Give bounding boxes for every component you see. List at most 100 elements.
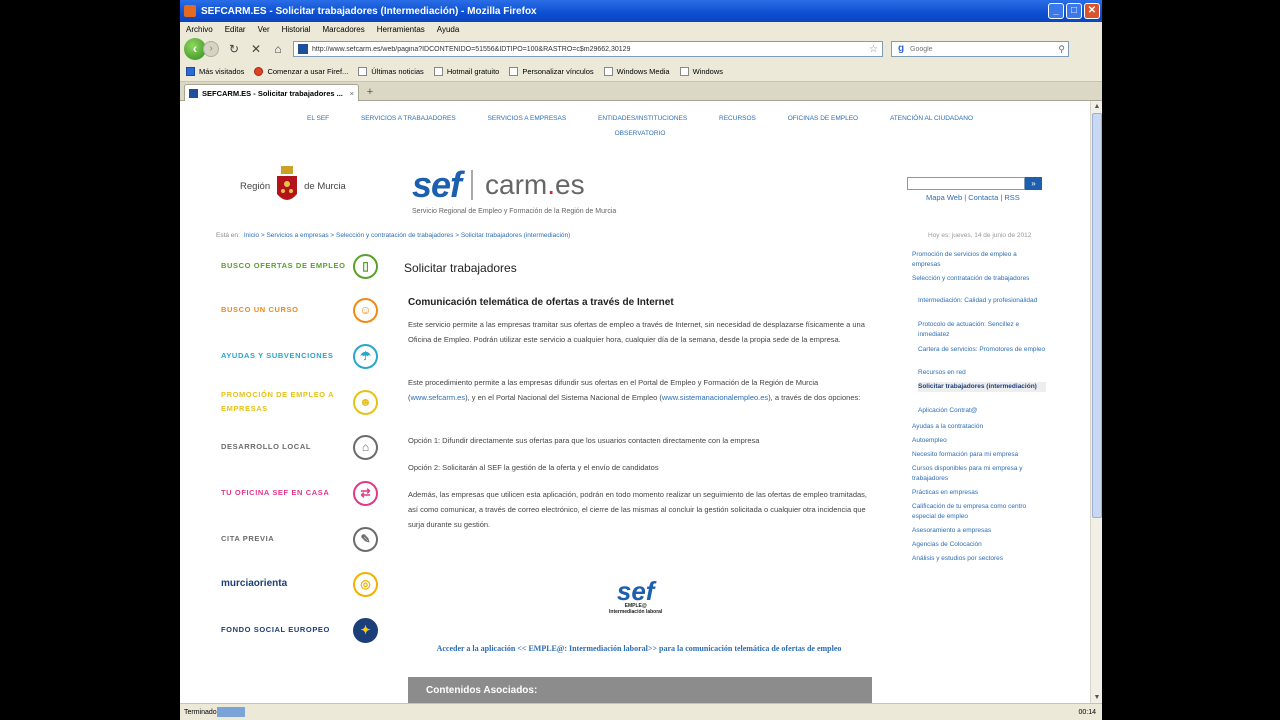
right-menu-item[interactable]: Necesito formación para mi empresa [912, 450, 1047, 460]
course-icon: ☺ [353, 297, 378, 323]
appointment-icon: ✎ [353, 526, 378, 552]
bookmark-item[interactable]: Windows [679, 67, 723, 76]
right-menu-subitem-active[interactable]: Solicitar trabajadores (intermediación) [918, 382, 1046, 392]
menu-ayudas[interactable]: AYUDAS Y SUBVENCIONES ☂ [221, 341, 381, 371]
menu-marcadores[interactable]: Marcadores [323, 25, 365, 34]
search-input[interactable] [910, 45, 1040, 53]
nav-el-sef[interactable]: EL SEF [307, 115, 329, 122]
right-menu-item[interactable]: Asesoramiento a empresas [912, 526, 1047, 536]
page-title: Solicitar trabajadores [404, 261, 517, 275]
nav-entidades[interactable]: ENTIDADES/INSTITUCIONES [598, 115, 687, 122]
nav-atencion[interactable]: ATENCIÓN AL CIUDADANO [890, 115, 973, 122]
umbrella-icon: ☂ [353, 343, 378, 369]
close-button[interactable]: ✕ [1084, 3, 1100, 19]
nav-servicios-trabajadores[interactable]: SERVICIOS A TRABAJADORES [361, 115, 456, 122]
menu-archivo[interactable]: Archivo [186, 25, 213, 34]
reload-icon[interactable]: ↻ [227, 42, 241, 56]
menu-herramientas[interactable]: Herramientas [377, 25, 425, 34]
menu-busco-curso[interactable]: BUSCO UN CURSO ☺ [221, 295, 381, 325]
navigation-toolbar: ‹ › ↻ ✕ ⌂ ☆ g ⚲ [180, 36, 1102, 62]
menu-cita-previa[interactable]: CITA PREVIA ✎ [221, 524, 381, 554]
menu-ver[interactable]: Ver [258, 25, 270, 34]
right-menu-item[interactable]: Selección y contratación de trabajadores [912, 274, 1047, 284]
close-tab-icon[interactable]: × [350, 89, 354, 98]
bookmark-item[interactable]: Comenzar a usar Firef... [254, 67, 348, 76]
application-link[interactable]: Acceder a la aplicación << EMPLE@: Inter… [404, 641, 874, 656]
menu-oficina-casa[interactable]: TU OFICINA SEF EN CASA ⇄ [221, 478, 381, 508]
right-menu-subitem[interactable]: Recursos en red [918, 368, 1046, 378]
nav-servicios-empresas[interactable]: SERVICIOS A EMPRESAS [488, 115, 567, 122]
paragraph-tracking: Además, las empresas que utilicen esta a… [408, 490, 868, 529]
bookmark-item[interactable]: Últimas noticias [358, 67, 424, 76]
paragraph-intro: Este servicio permite a las empresas tra… [408, 320, 865, 344]
status-text: Terminado [184, 708, 217, 716]
url-bar[interactable]: ☆ [293, 41, 883, 57]
bookmark-item[interactable]: Más visitados [186, 67, 244, 76]
scroll-down-icon[interactable]: ▼ [1091, 692, 1102, 703]
status-bar: Terminado 00:14 [180, 703, 1102, 720]
right-menu-item[interactable]: Calificación de tu empresa como centro e… [912, 502, 1047, 522]
page-icon [679, 67, 689, 76]
site-search-button[interactable]: » [1025, 177, 1042, 190]
right-menu-subitem[interactable]: Intermediación: Calidad y profesionalida… [918, 296, 1046, 306]
region-murcia-logo[interactable]: Región de Murcia [240, 164, 346, 208]
menu-promocion[interactable]: PROMOCIÓN DE EMPLEO A EMPRESAS ☻ [221, 387, 381, 417]
breadcrumb: Está en: Inicio > Servicios a empresas >… [216, 232, 570, 239]
site-search-input[interactable] [907, 177, 1025, 190]
search-box[interactable]: g ⚲ [891, 41, 1069, 57]
clock: 00:14 [1078, 708, 1096, 716]
bookmark-item[interactable]: Personalizar vínculos [509, 67, 594, 76]
title-bar: SEFCARM.ES - Solicitar trabajadores (Int… [180, 0, 1102, 22]
vertical-scrollbar[interactable]: ▲ ▼ [1090, 101, 1102, 703]
eu-flag-icon: ✦ [353, 617, 378, 643]
page-icon [603, 67, 613, 76]
site-utility-links[interactable]: Mapa Web | Contacta | RSS [926, 193, 1020, 202]
option-2: Opción 2: Solicitarán al SEF la gestión … [408, 463, 659, 472]
menu-murciaorienta[interactable]: murciaorienta ◎ [221, 569, 381, 599]
right-menu-item[interactable]: Promoción de servicios de empleo a empre… [912, 250, 1047, 270]
firefox-icon [254, 67, 264, 76]
sef-carm-logo[interactable]: sef carm.es [412, 167, 585, 203]
right-menu-item[interactable]: Agencias de Colocación [912, 540, 1047, 550]
option-1: Opción 1: Difundir directamente sus ofer… [408, 436, 760, 445]
right-menu-item[interactable]: Autoempleo [912, 436, 1047, 446]
scrollbar-thumb[interactable] [1092, 113, 1102, 518]
right-menu-subitem[interactable]: Protocolo de actuación: Sencillez e inme… [918, 320, 1046, 340]
sefcarm-link[interactable]: www.sefcarm.es [411, 393, 466, 402]
emplea-logo[interactable]: sef EMPLE@ Intermediación laboral [609, 578, 662, 615]
tab-sefcarm[interactable]: SEFCARM.ES - Solicitar trabajadores ... … [184, 84, 359, 101]
right-menu-subitem[interactable]: Aplicación Contrat@ [918, 406, 1046, 416]
forward-button[interactable]: › [203, 41, 219, 57]
home-icon[interactable]: ⌂ [271, 42, 285, 56]
menu-historial[interactable]: Historial [282, 25, 311, 34]
menu-editar[interactable]: Editar [225, 25, 246, 34]
menu-fondo-social[interactable]: FONDO SOCIAL EUROPEO ✦ [221, 615, 381, 645]
right-menu-item[interactable]: Prácticas en empresas [912, 488, 1047, 498]
menu-desarrollo-local[interactable]: DESARROLLO LOCAL ⌂ [221, 432, 381, 462]
new-tab-button[interactable]: + [362, 85, 378, 100]
bookmark-item[interactable]: Windows Media [603, 67, 670, 76]
url-input[interactable] [312, 45, 852, 53]
breadcrumb-path[interactable]: Inicio > Servicios a empresas > Selecció… [244, 232, 570, 239]
sne-link[interactable]: www.sistemanacionalempleo.es [662, 393, 768, 402]
search-icon[interactable]: ⚲ [1058, 44, 1065, 55]
right-menu-item[interactable]: Análisis y estudios por sectores [912, 554, 1047, 564]
bookmark-item[interactable]: Hotmail gratuito [433, 67, 499, 76]
nav-oficinas[interactable]: OFICINAS DE EMPLEO [788, 115, 858, 122]
site-top-nav: EL SEF SERVICIOS A TRABAJADORES SERVICIO… [260, 111, 1020, 141]
bookmark-star-icon[interactable]: ☆ [869, 44, 878, 55]
minimize-button[interactable]: _ [1048, 3, 1064, 19]
site-favicon [298, 44, 308, 54]
page-icon [433, 67, 443, 76]
scroll-up-icon[interactable]: ▲ [1091, 101, 1102, 112]
menu-ayuda[interactable]: Ayuda [437, 25, 460, 34]
right-menu-item[interactable]: Ayudas a la contratación [912, 422, 1047, 432]
right-menu-subitem[interactable]: Cartera de servicios: Promotores de empl… [918, 345, 1046, 355]
menu-busco-ofertas[interactable]: BUSCO OFERTAS DE EMPLEO ▯ [221, 251, 381, 281]
firefox-window: SEFCARM.ES - Solicitar trabajadores (Int… [180, 0, 1102, 720]
nav-recursos[interactable]: RECURSOS [719, 115, 756, 122]
stop-icon[interactable]: ✕ [249, 42, 263, 56]
maximize-button[interactable]: □ [1066, 3, 1082, 19]
nav-observatorio[interactable]: OBSERVATORIO [615, 130, 666, 137]
right-menu-item[interactable]: Cursos disponibles para mi empresa y tra… [912, 464, 1047, 484]
